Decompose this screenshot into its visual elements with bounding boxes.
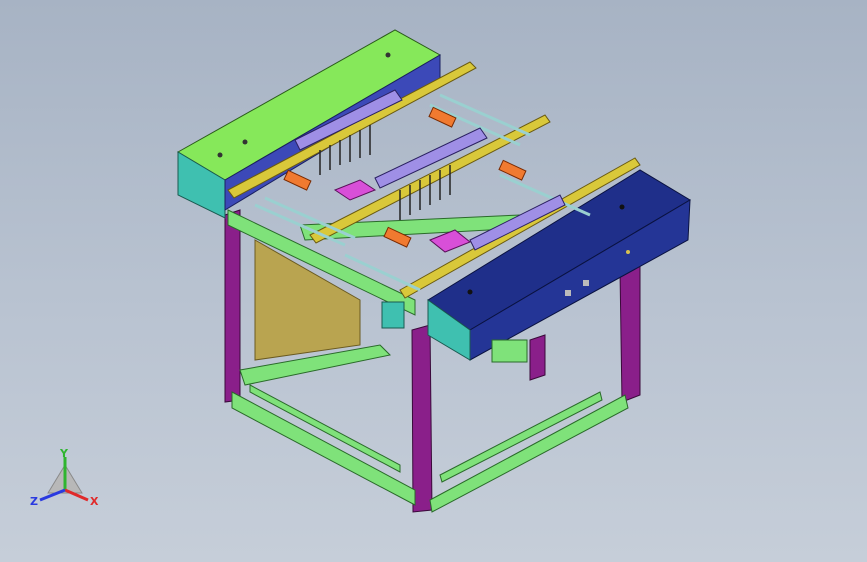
triad-z-label: Z (30, 495, 38, 508)
machine-assembly-3d-model[interactable] (0, 0, 867, 562)
triad-x-label: X (90, 495, 99, 508)
cad-viewport[interactable]: Y X Z (0, 0, 867, 562)
orientation-triad: Y X Z (30, 447, 99, 508)
triad-y-label: Y (59, 447, 69, 460)
